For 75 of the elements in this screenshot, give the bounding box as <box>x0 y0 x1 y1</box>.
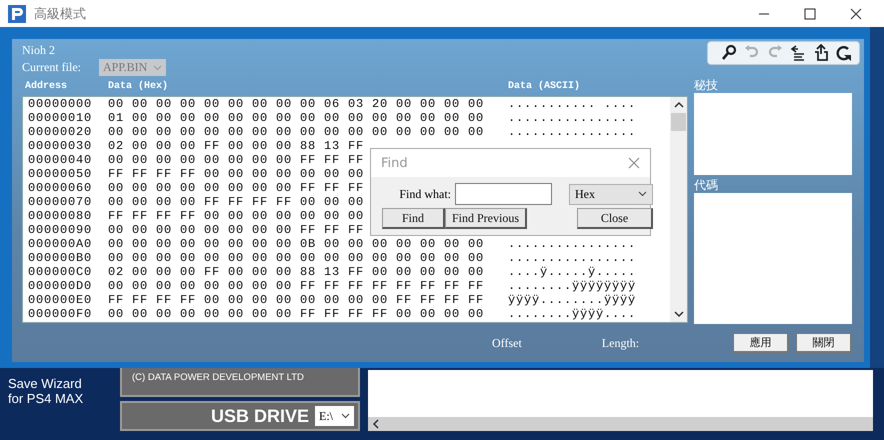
ascii-cell[interactable]: ................ <box>508 125 636 139</box>
scroll-left-icon[interactable] <box>372 419 380 429</box>
column-header: Data (ASCII) <box>508 81 580 92</box>
address-cell-text: 000000E0 <box>28 293 94 307</box>
drive-label: USB DRIVE <box>210 406 309 426</box>
current-file-label: Current file: <box>22 60 81 75</box>
address-cell-text: 00000020 <box>28 125 94 139</box>
hex-cell[interactable]: 00 00 00 00 00 00 00 00 FF FF FF FF FF FF FF FF <box>108 279 508 293</box>
ascii-cell[interactable]: ................ <box>508 111 636 125</box>
address-cell-text: 000000A0 <box>28 237 94 251</box>
length-label: Length: <box>602 336 640 350</box>
hex-cell[interactable]: 00 00 00 00 00 00 00 00 00 00 00 00 00 00 00 00 <box>108 125 508 139</box>
copyright-text: (C) DATA POWER DEVELOPMENT LTD <box>132 372 305 383</box>
game-title: Nioh 2 <box>22 42 56 58</box>
dialog-button[interactable]: 應用 <box>733 333 789 353</box>
address-cell-text: 00000030 <box>28 139 94 153</box>
chevron-icon <box>638 191 647 197</box>
hex-cell[interactable]: FF FF FF FF 00 00 00 00 00 00 00 00 FF FF FF FF <box>108 293 508 307</box>
hex-cell[interactable]: 00 00 00 00 00 00 00 00 00 06 03 20 00 00 00 00 <box>108 97 508 111</box>
ascii-cell[interactable]: ................ <box>508 251 636 265</box>
dialog-button[interactable]: 關閉 <box>796 333 852 353</box>
ascii-cell[interactable]: ÿÿÿÿ........ÿÿÿÿ <box>508 293 636 307</box>
cheats-label: 秘技 <box>694 77 719 93</box>
address-cell-text: 00000070 <box>28 195 94 209</box>
address-cell-text: 000000D0 <box>28 279 94 293</box>
address-cell-text: 00000040 <box>28 153 94 167</box>
chevron-icon <box>153 64 162 70</box>
address-cell-text: 000000F0 <box>28 307 94 321</box>
address-cell-text: 00000080 <box>28 209 94 223</box>
find-previous-button[interactable]: Find Previous <box>445 208 527 229</box>
address-cell-text: 00000090 <box>28 223 94 237</box>
app-logo-icon <box>8 4 26 22</box>
code-field[interactable] <box>694 193 852 324</box>
offset-label: Offset <box>492 336 522 350</box>
find-input[interactable] <box>455 183 552 205</box>
address-cell-text: 00000000 <box>28 97 94 111</box>
address-cell-text: 00000060 <box>28 181 94 195</box>
scroll-down-icon[interactable] <box>674 310 684 318</box>
hex-cell[interactable]: 02 00 00 00 FF 00 00 00 88 13 FF 00 00 00 00 00 <box>108 265 508 279</box>
column-header: Address <box>25 81 68 92</box>
ascii-cell[interactable]: ........ÿÿÿÿ.... <box>508 307 636 321</box>
ascii-cell[interactable]: ........ÿÿÿÿÿÿÿÿ <box>508 279 636 293</box>
refresh-icon[interactable] <box>835 44 853 62</box>
ascii-cell[interactable]: ........... .... <box>508 97 636 111</box>
hex-cell[interactable]: 00 00 00 00 00 00 00 00 0B 00 00 00 00 00 00 00 <box>108 237 508 251</box>
align-icon[interactable] <box>789 44 807 62</box>
close-icon[interactable] <box>850 8 862 20</box>
search-icon[interactable] <box>720 44 738 62</box>
hex-cell[interactable]: 00 00 00 00 00 00 00 00 00 00 00 00 00 00 00 00 <box>108 251 508 265</box>
ascii-cell[interactable]: ................ <box>508 237 636 251</box>
address-cell-text: 00000010 <box>28 111 94 125</box>
vertical-scrollbar[interactable] <box>670 97 687 322</box>
hex-cell[interactable]: 00 00 00 00 00 00 00 00 FF FF FF FF 00 00 00 00 <box>108 307 508 321</box>
chevron-icon <box>341 413 350 419</box>
ascii-cell[interactable]: ....ÿ.....ÿ..... <box>508 265 636 279</box>
window-title: 高級模式 <box>34 6 86 22</box>
upload-icon[interactable] <box>812 44 830 62</box>
mode-dropdown[interactable]: Hex <box>569 184 653 204</box>
find-what-label: Find what: <box>399 186 452 202</box>
scroll-thumb[interactable] <box>671 113 686 131</box>
horizontal-scrollbar[interactable] <box>368 417 873 431</box>
app-name[interactable]: Save Wizard for PS4 MAX <box>8 376 100 406</box>
hex-cell[interactable]: 01 00 00 00 00 00 00 00 00 00 00 00 00 00 00 00 <box>108 111 508 125</box>
scroll-up-icon[interactable] <box>674 101 684 109</box>
maximize-icon[interactable] <box>804 8 816 20</box>
dialog-title: Find <box>381 156 408 170</box>
address-cell-text: 000000B0 <box>28 251 94 265</box>
drive-dropdown[interactable]: E:\ <box>315 406 354 426</box>
address-cell-text: 00000050 <box>28 167 94 181</box>
close-button[interactable]: Close <box>577 208 653 229</box>
code-label: 代碼 <box>694 177 719 193</box>
address-cell-text: 000000C0 <box>28 265 94 279</box>
find-button[interactable]: Find <box>382 208 445 229</box>
hex-cell[interactable]: 02 00 00 00 FF 00 00 00 88 13 FF <box>108 139 508 153</box>
column-header: Data (Hex) <box>108 81 168 92</box>
